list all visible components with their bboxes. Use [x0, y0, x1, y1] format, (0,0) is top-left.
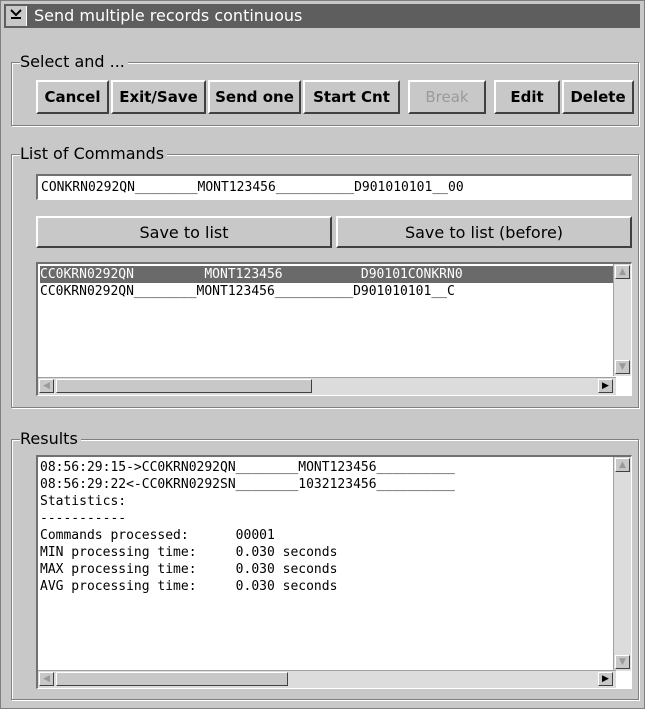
scroll-left-arrow-icon[interactable]: ◀: [39, 379, 54, 393]
scroll-down-arrow-icon[interactable]: ▼: [615, 655, 630, 669]
scroll-up-arrow-icon[interactable]: ▲: [615, 458, 630, 472]
command-list[interactable]: CC0KRN0292QN MONT123456 D90101CONKRN0 CC…: [36, 262, 632, 396]
scroll-right-arrow-icon[interactable]: ▶: [598, 672, 613, 686]
scroll-up-arrow-icon[interactable]: ▲: [615, 265, 630, 279]
list-horizontal-scroll-thumb[interactable]: [56, 379, 312, 393]
results-text-area[interactable]: 08:56:29:15->CC0KRN0292QN________MONT123…: [36, 455, 632, 689]
main-window: Send multiple records continuous Select …: [0, 0, 645, 709]
window-title: Send multiple records continuous: [34, 6, 303, 25]
list-horizontal-scrollbar[interactable]: ◀ ▶: [38, 377, 616, 395]
results-line: -----------: [40, 511, 127, 526]
scroll-down-arrow-icon[interactable]: ▼: [615, 360, 630, 374]
break-button[interactable]: Break: [408, 80, 486, 114]
edit-button[interactable]: Edit: [494, 80, 560, 114]
results-group: Results 08:56:29:15->CC0KRN0292QN_______…: [11, 428, 639, 700]
list-item[interactable]: CC0KRN0292QN MONT123456 D90101CONKRN0: [40, 266, 614, 283]
chevron-down-icon: [9, 7, 23, 25]
results-line: MAX processing time: 0.030 seconds: [40, 562, 338, 577]
results-line: AVG processing time: 0.030 seconds: [40, 579, 338, 594]
save-to-list-button[interactable]: Save to list: [36, 216, 332, 248]
command-input-value: CONKRN0292QN________MONT123456__________…: [41, 180, 464, 195]
results-line: MIN processing time: 0.030 seconds: [40, 545, 338, 560]
scroll-left-arrow-icon[interactable]: ◀: [39, 672, 54, 686]
results-line: Commands processed: 00001: [40, 528, 275, 543]
save-to-list-before-button[interactable]: Save to list (before): [336, 216, 632, 248]
exit-save-button[interactable]: Exit/Save: [111, 80, 206, 114]
results-horizontal-scroll-thumb[interactable]: [56, 672, 288, 686]
title-bar[interactable]: Send multiple records continuous: [4, 4, 640, 28]
start-cnt-button[interactable]: Start Cnt: [303, 80, 400, 114]
cancel-button[interactable]: Cancel: [36, 80, 109, 114]
delete-button[interactable]: Delete: [562, 80, 634, 114]
commands-group: List of Commands CONKRN0292QN________MON…: [11, 143, 639, 408]
command-input[interactable]: CONKRN0292QN________MONT123456__________…: [36, 174, 632, 200]
select-group-label: Select and ...: [20, 51, 128, 73]
list-vertical-scrollbar[interactable]: ▲ ▼: [613, 264, 631, 376]
system-menu-button[interactable]: [6, 6, 27, 26]
results-vertical-scrollbar[interactable]: ▲ ▼: [613, 457, 631, 671]
results-line: 08:56:29:15->CC0KRN0292QN________MONT123…: [40, 460, 455, 475]
results-horizontal-scrollbar[interactable]: ◀ ▶: [38, 670, 616, 688]
list-item[interactable]: CC0KRN0292QN________MONT123456__________…: [40, 283, 614, 300]
scroll-right-arrow-icon[interactable]: ▶: [598, 379, 613, 393]
send-one-button[interactable]: Send one: [208, 80, 301, 114]
select-group: Select and ... Cancel Exit/Save Send one…: [11, 51, 639, 126]
commands-group-label: List of Commands: [20, 143, 168, 165]
results-line: 08:56:29:22<-CC0KRN0292SN________1032123…: [40, 477, 455, 492]
results-group-label: Results: [20, 428, 81, 450]
results-line: Statistics:: [40, 494, 127, 509]
